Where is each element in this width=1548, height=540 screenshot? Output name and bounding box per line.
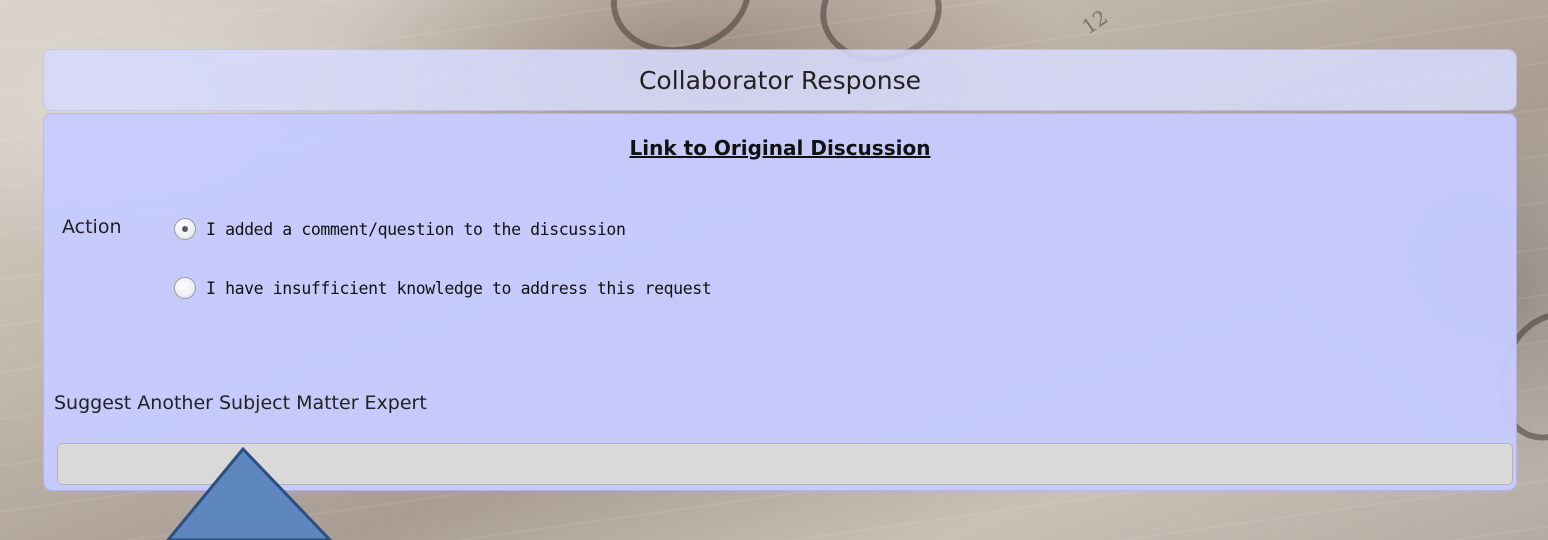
callout-pointer: [166, 446, 333, 540]
callout-arrow-shape: [166, 446, 333, 540]
